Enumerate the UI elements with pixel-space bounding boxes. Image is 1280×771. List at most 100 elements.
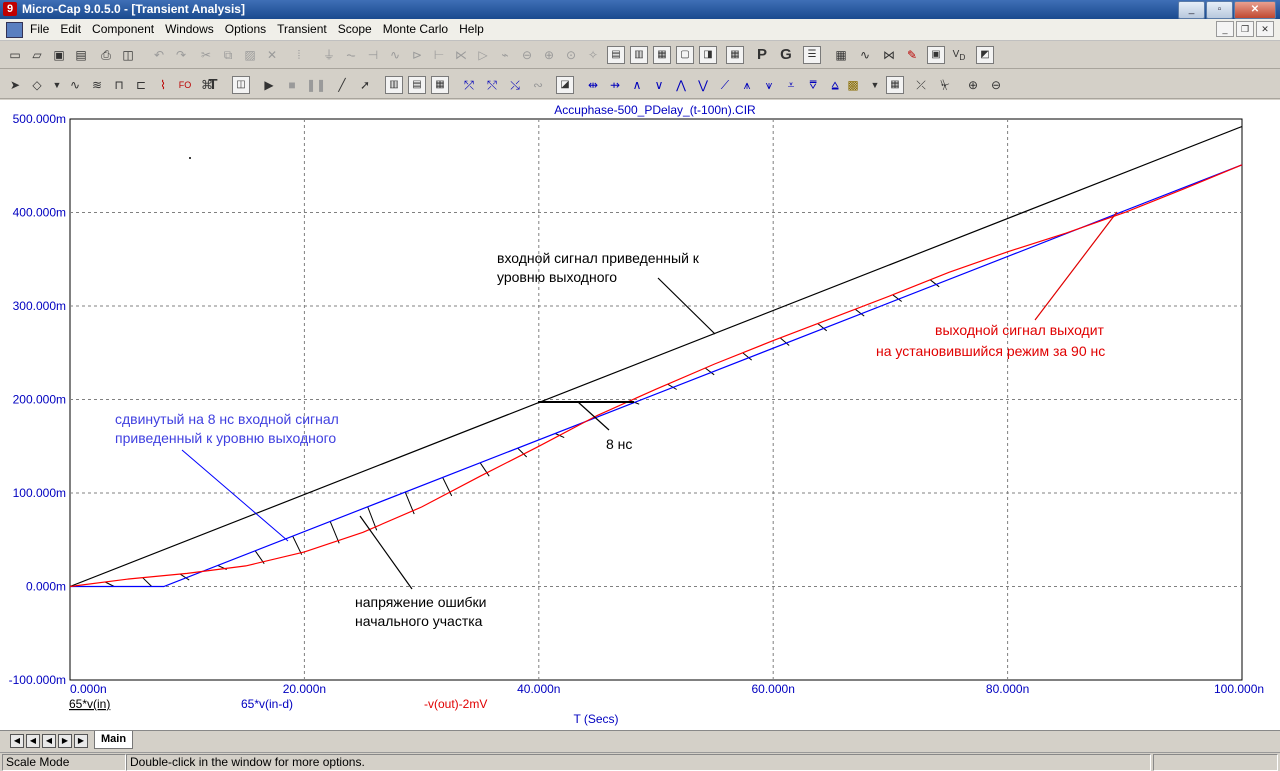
mdi-close-button[interactable]: ✕ bbox=[1256, 21, 1274, 37]
bracket-icon[interactable]: ⊏ bbox=[132, 76, 150, 94]
global-low-icon[interactable]: ⩛ bbox=[760, 76, 778, 94]
transistor-icon[interactable]: ⋉ bbox=[452, 46, 470, 64]
g-icon[interactable]: G bbox=[777, 46, 795, 64]
capacitor-icon[interactable]: ⊣ bbox=[364, 46, 382, 64]
mode-icon[interactable]: ◪ bbox=[556, 76, 574, 94]
menu-transient[interactable]: Transient bbox=[277, 22, 327, 36]
trace-label-output[interactable]: -v(out)-2mV bbox=[424, 697, 487, 711]
cascade-icon[interactable]: ▤ bbox=[607, 46, 625, 64]
horizontal-tag-icon[interactable]: ∾ bbox=[529, 76, 547, 94]
split-icon[interactable]: ◨ bbox=[699, 46, 717, 64]
redo-icon[interactable]: ↷ bbox=[172, 46, 190, 64]
menu-windows[interactable]: Windows bbox=[165, 22, 214, 36]
junction-icon[interactable]: ✧ bbox=[584, 46, 602, 64]
window-icon[interactable]: ▢ bbox=[676, 46, 694, 64]
diode-icon[interactable]: ⊳ bbox=[408, 46, 426, 64]
trace-label-input[interactable]: 65*v(in) bbox=[69, 697, 110, 711]
copy-icon[interactable]: ⧉ bbox=[219, 46, 237, 64]
calculator-icon[interactable]: ▦ bbox=[726, 46, 744, 64]
stepped-wire-icon[interactable]: ≋ bbox=[88, 76, 106, 94]
text-tool-icon[interactable]: T bbox=[204, 76, 222, 94]
maximize-button[interactable]: ▫ bbox=[1206, 1, 1233, 19]
performance-icon[interactable]: ▩ bbox=[844, 76, 862, 94]
document-icon[interactable] bbox=[6, 22, 23, 38]
top-icon[interactable]: ⩡ bbox=[782, 76, 800, 94]
trace-label-shifted[interactable]: 65*v(in-d) bbox=[241, 697, 293, 711]
dropdown-arrow-icon[interactable]: ▼ bbox=[48, 76, 66, 94]
ground-icon[interactable]: ⏚ bbox=[320, 46, 338, 64]
performance-dropdown-icon[interactable]: ▼ bbox=[866, 76, 884, 94]
menu-file[interactable]: File bbox=[30, 22, 49, 36]
global-high-icon[interactable]: ⩚ bbox=[738, 76, 756, 94]
vd-icon[interactable]: VD bbox=[950, 46, 968, 64]
tag-icon[interactable]: FO bbox=[176, 76, 194, 94]
component-panel-icon[interactable]: ⦙ bbox=[290, 46, 308, 64]
analysis-limits-icon[interactable]: ⋈ bbox=[880, 46, 898, 64]
point-tag-icon[interactable]: ⤯ bbox=[506, 76, 524, 94]
scope-icon[interactable]: ▣ bbox=[927, 46, 945, 64]
data-point-icon[interactable]: ⤱ bbox=[460, 76, 478, 94]
mdi-minimize-button[interactable]: _ bbox=[1216, 21, 1234, 37]
table-icon[interactable]: ▦ bbox=[886, 76, 904, 94]
inflection-icon[interactable]: ⟋ bbox=[716, 76, 734, 94]
undo-icon[interactable]: ↶ bbox=[150, 46, 168, 64]
shape-tool-icon[interactable]: ◇ bbox=[28, 76, 46, 94]
select-arrow-icon[interactable]: ➤ bbox=[6, 76, 24, 94]
save-icon[interactable]: ▣ bbox=[50, 46, 68, 64]
last-page-button[interactable]: ▶ bbox=[74, 734, 88, 748]
plot-properties-icon[interactable]: ◩ bbox=[976, 46, 994, 64]
waveform-icon[interactable]: ∿ bbox=[856, 46, 874, 64]
minor-grid-icon[interactable]: ▤ bbox=[408, 76, 426, 94]
menu-component[interactable]: Component bbox=[92, 22, 154, 36]
minimize-button[interactable]: _ bbox=[1178, 1, 1205, 19]
zoom-out-icon[interactable]: ⊖ bbox=[987, 76, 1005, 94]
line-icon[interactable]: ╱ bbox=[333, 76, 351, 94]
new-file-icon[interactable]: ▭ bbox=[6, 46, 24, 64]
battery-icon[interactable]: ⊢ bbox=[430, 46, 448, 64]
pause-icon[interactable]: ❚❚ bbox=[306, 76, 326, 94]
stop-icon[interactable]: ■ bbox=[283, 76, 301, 94]
plot-window[interactable]: 500.000m 400.000m 300.000m 200.000m 100.000m… bbox=[0, 100, 1280, 730]
slope-icon[interactable]: ⩠ bbox=[826, 76, 844, 94]
prev-page-fast-button[interactable]: ◀ bbox=[26, 734, 40, 748]
peak-valley-icon[interactable]: ⤫ bbox=[912, 76, 930, 94]
mdi-restore-button[interactable]: ❐ bbox=[1236, 21, 1254, 37]
opamp-icon[interactable]: ▷ bbox=[474, 46, 492, 64]
grid-lines-icon[interactable]: ▦ bbox=[431, 76, 449, 94]
print-icon[interactable]: ⎙ bbox=[97, 46, 115, 64]
token-icon[interactable]: ⤲ bbox=[483, 76, 501, 94]
cursor-left-icon[interactable]: ⇹ bbox=[584, 76, 602, 94]
menu-help[interactable]: Help bbox=[459, 22, 484, 36]
transient-plot[interactable]: 500.000m 400.000m 300.000m 200.000m 100.000m… bbox=[0, 100, 1280, 730]
scale-icon[interactable]: ⏧ bbox=[936, 76, 954, 94]
tile-horizontal-icon[interactable]: ▦ bbox=[653, 46, 671, 64]
properties-icon[interactable]: ◫ bbox=[232, 76, 250, 94]
cut-icon[interactable]: ✂ bbox=[197, 46, 215, 64]
menu-scope[interactable]: Scope bbox=[338, 22, 372, 36]
prev-page-button[interactable]: ◀ bbox=[42, 734, 56, 748]
probe-icon[interactable]: ✎ bbox=[903, 46, 921, 64]
list-icon[interactable]: ☰ bbox=[803, 46, 821, 64]
menu-monte-carlo[interactable]: Monte Carlo bbox=[383, 22, 448, 36]
menu-options[interactable]: Options bbox=[225, 22, 266, 36]
wire-tool-icon[interactable]: ∿ bbox=[66, 76, 84, 94]
tab-main[interactable]: Main bbox=[94, 731, 134, 749]
peak-icon[interactable]: ∧ bbox=[628, 76, 646, 94]
switch-icon[interactable]: ⌁ bbox=[496, 46, 514, 64]
voltage-source-icon[interactable]: ⊕ bbox=[540, 46, 558, 64]
high-icon[interactable]: ⋀ bbox=[672, 76, 690, 94]
save-all-icon[interactable]: ▤ bbox=[72, 46, 90, 64]
paste-icon[interactable]: ▨ bbox=[241, 46, 259, 64]
menu-edit[interactable]: Edit bbox=[60, 22, 81, 36]
open-file-icon[interactable]: ▱ bbox=[28, 46, 46, 64]
close-button[interactable]: ✕ bbox=[1234, 1, 1276, 19]
zoom-in-icon[interactable]: ⊕ bbox=[964, 76, 982, 94]
tile-vertical-icon[interactable]: ▥ bbox=[630, 46, 648, 64]
inductor-icon[interactable]: ∿ bbox=[386, 46, 404, 64]
resistor-icon[interactable]: ⏦ bbox=[342, 46, 360, 64]
valley-icon[interactable]: ∨ bbox=[650, 76, 668, 94]
bottom-icon[interactable]: ⩢ bbox=[804, 76, 822, 94]
marker-icon[interactable]: ⌇ bbox=[154, 76, 172, 94]
first-page-button[interactable]: ◀ bbox=[10, 734, 24, 748]
run-icon[interactable]: ▶ bbox=[260, 76, 278, 94]
